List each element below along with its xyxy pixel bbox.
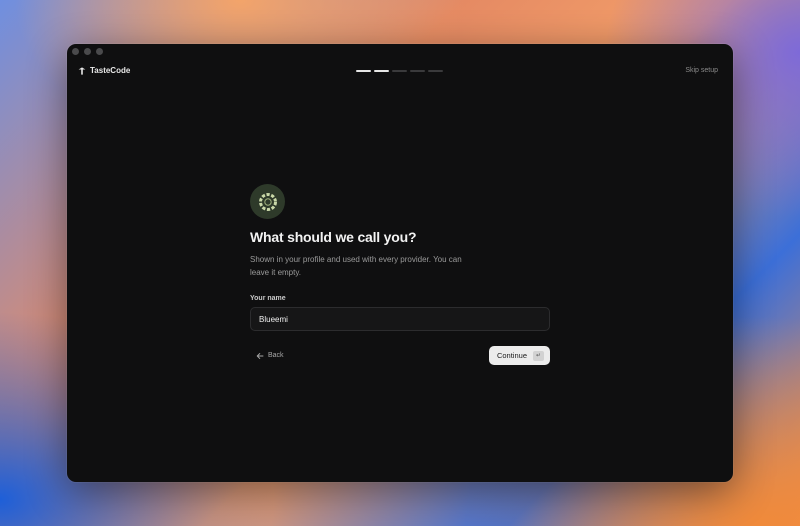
tree-icon [78, 66, 86, 75]
app-window: TasteCode Skip setup What should we call… [67, 44, 733, 482]
onboarding-step: What should we call you? Shown in your p… [250, 184, 550, 365]
skip-setup-button[interactable]: Skip setup [685, 67, 718, 74]
name-input[interactable] [250, 307, 550, 331]
arrow-left-icon [256, 352, 264, 359]
progress-step [428, 70, 443, 72]
app-brand: TasteCode [78, 66, 130, 75]
close-window-button[interactable] [72, 48, 79, 55]
continue-button[interactable]: Continue ↵ [488, 346, 550, 365]
continue-button-label: Continue [496, 351, 527, 360]
progress-step [374, 70, 389, 72]
back-button[interactable]: Back [250, 352, 284, 360]
window-controls [72, 48, 103, 55]
progress-step [392, 70, 407, 72]
back-button-label: Back [268, 352, 284, 359]
avatar [250, 184, 285, 219]
progress-step [410, 70, 425, 72]
app-name: TasteCode [90, 66, 131, 75]
sun-ring-icon [258, 192, 277, 211]
maximize-window-button[interactable] [96, 48, 103, 55]
minimize-window-button[interactable] [84, 48, 91, 55]
enter-key-icon: ↵ [533, 350, 544, 361]
page-title: What should we call you? [250, 229, 417, 245]
onboarding-progress [356, 70, 443, 72]
progress-step [356, 70, 371, 72]
step-actions: Back Continue ↵ [250, 346, 550, 365]
name-field-label: Your name [250, 295, 286, 302]
page-subtitle: Shown in your profile and used with ever… [250, 255, 462, 277]
